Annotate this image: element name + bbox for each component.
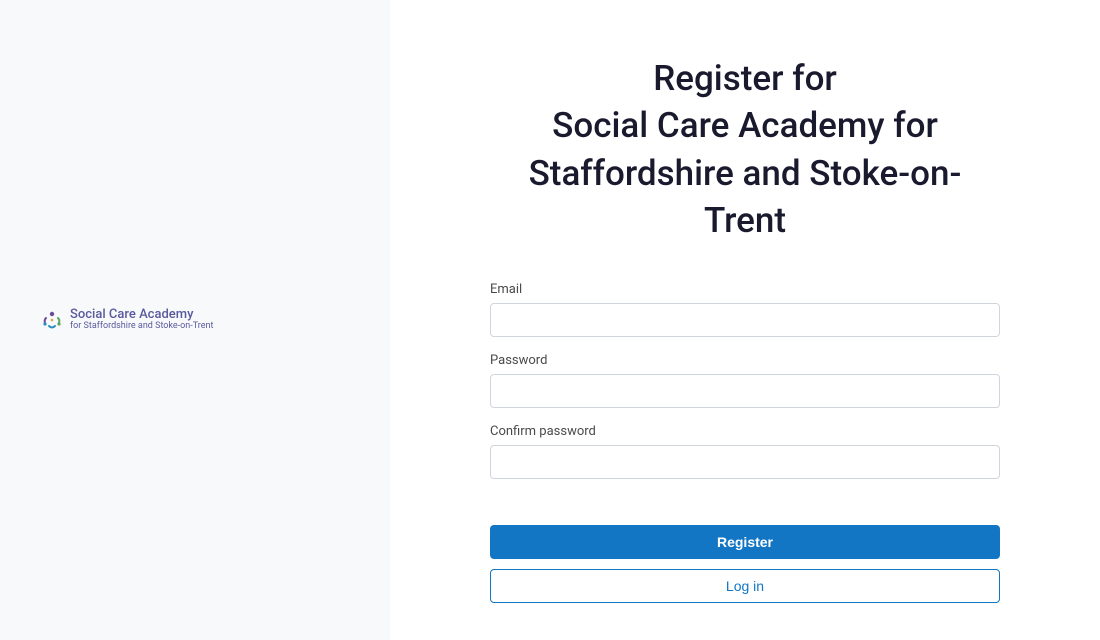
email-label: Email [490, 282, 1000, 297]
confirm-password-group: Confirm password [490, 424, 1000, 479]
password-field[interactable] [490, 374, 1000, 408]
email-group: Email [490, 282, 1000, 337]
registration-panel: Register forSocial Care Academy for Staf… [390, 0, 1100, 640]
password-group: Password [490, 353, 1000, 408]
confirm-password-field[interactable] [490, 445, 1000, 479]
logo-text: Social Care Academy for Staffordshire an… [70, 308, 213, 332]
password-label: Password [490, 353, 1000, 368]
button-group: Register Log in [490, 525, 1000, 603]
confirm-password-label: Confirm password [490, 424, 1000, 439]
page-title: Register forSocial Care Academy for Staf… [490, 55, 1000, 244]
logo: Social Care Academy for Staffordshire an… [40, 308, 213, 332]
left-brand-panel: Social Care Academy for Staffordshire an… [0, 0, 390, 640]
logo-icon [40, 308, 64, 332]
login-button[interactable]: Log in [490, 569, 1000, 603]
logo-title: Social Care Academy [70, 308, 213, 322]
logo-subtitle: for Staffordshire and Stoke-on-Trent [70, 322, 213, 332]
register-button[interactable]: Register [490, 525, 1000, 559]
email-field[interactable] [490, 303, 1000, 337]
